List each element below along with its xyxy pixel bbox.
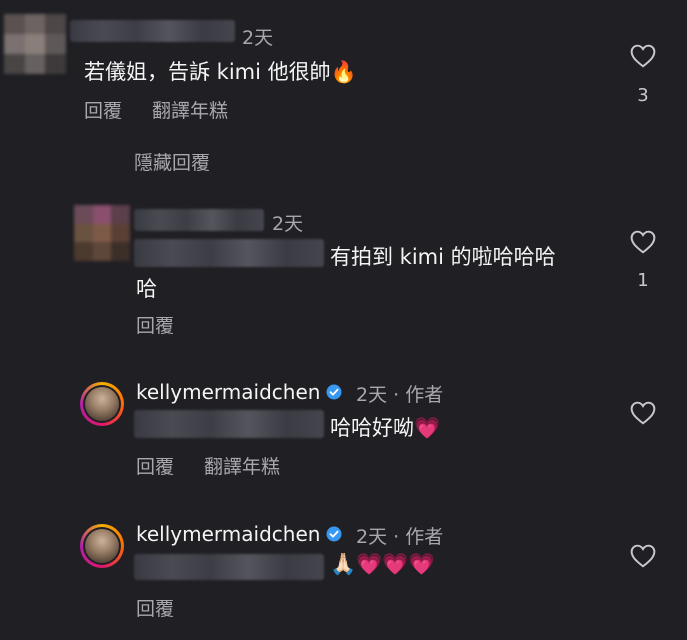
comment-text: 哈哈好呦💗: [330, 416, 441, 440]
translate-button[interactable]: 翻譯年糕: [204, 452, 280, 479]
reply-item: 2天 有拍到 kimi 的啦哈哈哈 哈 回覆 1: [0, 195, 687, 345]
heart-outline-icon[interactable]: [630, 401, 656, 425]
avatar[interactable]: [80, 382, 124, 426]
comment-time: 2天: [242, 27, 274, 49]
heart-outline-icon[interactable]: [630, 544, 656, 568]
reply-item: kellymermaidchen 2天 · 作者 哈哈好呦💗 回覆 翻譯年糕: [0, 370, 687, 480]
heart-outline-icon[interactable]: [630, 44, 656, 68]
like-count: 1: [637, 270, 649, 291]
verified-badge-icon: [326, 526, 342, 542]
username[interactable]: kellymermaidchen: [136, 522, 342, 546]
username[interactable]: kellymermaidchen: [136, 380, 342, 404]
reply-button[interactable]: 回覆: [136, 311, 174, 338]
reply-button[interactable]: 回覆: [136, 452, 174, 479]
username[interactable]: [70, 20, 235, 42]
mention-blurred[interactable]: [134, 554, 324, 580]
comment-text-line2: 哈: [136, 277, 157, 301]
comment-text: 若儀姐，告訴 kimi 他很帥🔥: [84, 60, 357, 84]
reply-button[interactable]: 回覆: [84, 96, 122, 123]
avatar[interactable]: [4, 14, 66, 74]
comment-item: 2天 若儀姐，告訴 kimi 他很帥🔥 回覆 翻譯年糕 3: [0, 0, 687, 130]
like-count: 3: [637, 85, 649, 106]
comment-time: 2天 · 作者: [356, 384, 444, 406]
reply-button[interactable]: 回覆: [136, 594, 174, 621]
comment-time: 2天: [272, 213, 304, 235]
hide-replies-button[interactable]: 隱藏回覆: [134, 148, 210, 175]
reply-item: kellymermaidchen 2天 · 作者 🙏🏻💗💗💗 回覆: [0, 512, 687, 632]
username[interactable]: [134, 209, 264, 231]
avatar[interactable]: [80, 524, 124, 568]
verified-badge-icon: [326, 384, 342, 400]
comment-text: 🙏🏻💗💗💗: [330, 552, 435, 576]
avatar[interactable]: [74, 205, 130, 261]
comment-text-line1: 有拍到 kimi 的啦哈哈哈: [330, 245, 556, 269]
mention-blurred[interactable]: [134, 239, 324, 267]
translate-button[interactable]: 翻譯年糕: [152, 96, 228, 123]
heart-outline-icon[interactable]: [630, 230, 656, 254]
comment-time: 2天 · 作者: [356, 526, 444, 548]
mention-blurred[interactable]: [134, 410, 324, 438]
